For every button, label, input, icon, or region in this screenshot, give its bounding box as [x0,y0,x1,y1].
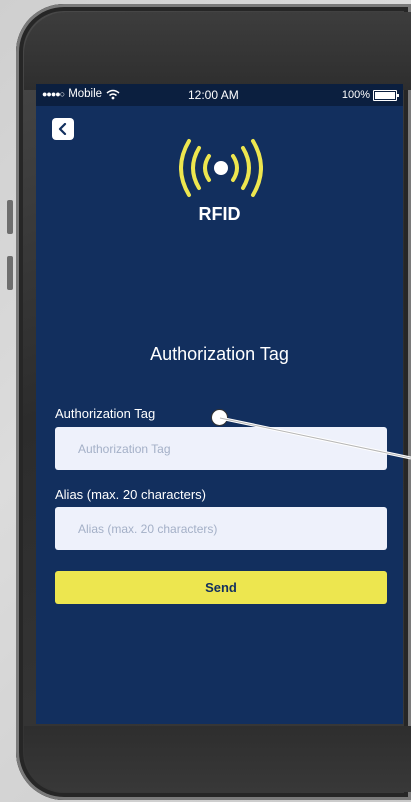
authorization-tag-label: Authorization Tag [55,406,156,421]
status-time: 12:00 AM [188,88,239,102]
phone-bottom-bezel [24,726,411,792]
phone-volume-up-button [7,200,13,234]
battery-percent: 100% [341,89,370,101]
wifi-icon [106,89,120,99]
status-left: ●●●●○ Mobile [42,88,120,100]
chevron-left-icon [58,123,67,135]
rfid-signal-icon [179,139,263,197]
phone-volume-down-button [7,256,13,290]
alias-label: Alias (max. 20 characters) [55,487,206,502]
phone-top-bezel [24,12,411,90]
send-button[interactable]: Send [55,571,387,604]
page-title: Authorization Tag [150,344,289,364]
battery-icon [373,89,399,101]
status-bar: ●●●●○ Mobile 12:00 AM 100% [36,84,403,106]
callout-dot [212,410,227,425]
carrier-label: Mobile [68,88,103,100]
alias-input[interactable] [55,507,387,550]
authorization-tag-input[interactable] [55,427,387,470]
app-screen: ●●●●○ Mobile 12:00 AM 100% RFID Authoriz… [36,84,403,724]
status-right: 100% [341,89,399,101]
back-button[interactable] [52,118,74,140]
logo-text: RFID [198,204,241,224]
signal-dots-icon: ●●●●○ [42,89,65,99]
